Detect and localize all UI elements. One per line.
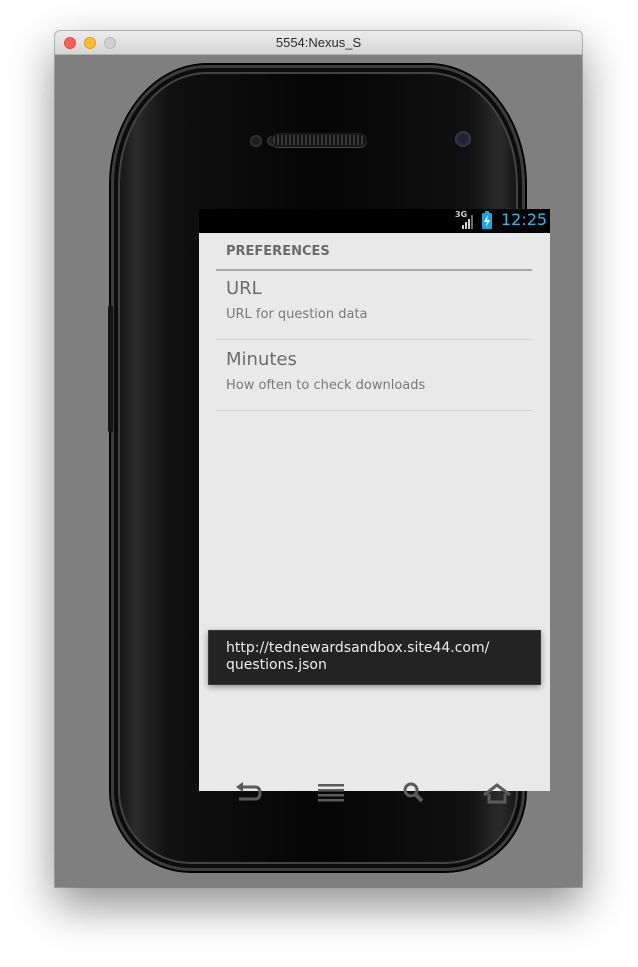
preference-url[interactable]: URL URL for question data	[216, 269, 532, 340]
menu-icon	[318, 784, 344, 802]
preference-title: Minutes	[226, 349, 297, 370]
preference-summary: URL for question data	[226, 307, 368, 322]
search-icon	[403, 782, 424, 803]
home-key[interactable]	[477, 775, 517, 811]
emulator-window: 5554:Nexus_S 3G 12:25 PREFERENCES URL UR…	[55, 31, 582, 887]
signal-strength-icon	[462, 215, 473, 229]
menu-key[interactable]	[311, 775, 351, 811]
earpiece-speaker	[273, 135, 365, 145]
category-title: PREFERENCES	[226, 244, 330, 259]
toast-text-line-1: http://tednewardsandbox.site44.com/	[226, 640, 490, 656]
volume-button[interactable]	[108, 305, 113, 433]
preference-title: URL	[226, 278, 262, 299]
toast-message: http://tednewardsandbox.site44.com/ ques…	[208, 630, 541, 685]
phone-frame: 3G 12:25 PREFERENCES URL URL for questio…	[108, 65, 550, 871]
search-key[interactable]	[394, 775, 434, 811]
battery-charging-icon	[482, 211, 492, 229]
hardware-nav-keys	[199, 771, 550, 815]
status-clock: 12:25	[501, 210, 548, 229]
title-bar: 5554:Nexus_S	[55, 31, 582, 55]
preference-category-header: PREFERENCES	[216, 243, 532, 271]
preference-summary: How often to check downloads	[226, 378, 426, 393]
proximity-sensor	[250, 135, 262, 147]
home-icon	[483, 783, 511, 804]
back-key[interactable]	[227, 775, 267, 811]
preference-minutes[interactable]: Minutes How often to check downloads	[216, 340, 532, 411]
preferences-screen: PREFERENCES URL URL for question data Mi…	[199, 233, 550, 791]
front-camera	[455, 131, 471, 147]
window-title: 5554:Nexus_S	[275, 35, 362, 50]
toast-text-line-2: questions.json	[226, 657, 327, 673]
back-icon	[236, 782, 262, 801]
device-screen: 3G 12:25 PREFERENCES URL URL for questio…	[199, 209, 550, 791]
status-bar: 3G 12:25	[199, 209, 550, 233]
